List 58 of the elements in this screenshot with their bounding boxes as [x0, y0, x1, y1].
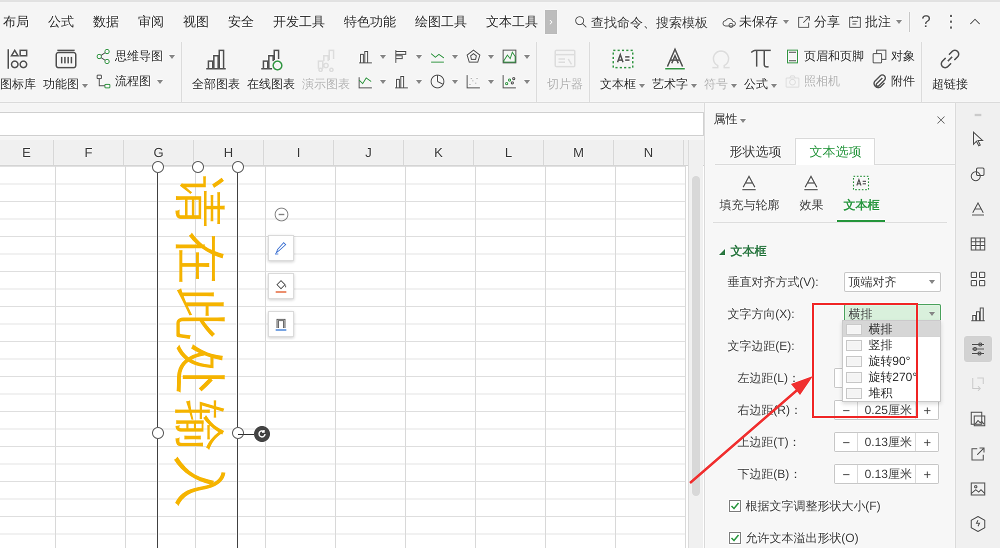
menu-tab[interactable]: 公式	[48, 13, 74, 31]
menu-tab[interactable]: 特色功能	[344, 13, 396, 31]
ribbon-button[interactable]: 在线图表	[247, 77, 295, 91]
column-header[interactable]: E	[0, 140, 54, 165]
column-header[interactable]: J	[334, 140, 404, 165]
menu-tab[interactable]: 布局	[3, 13, 29, 31]
dropdown-option[interactable]: 横排	[843, 321, 940, 337]
ribbon-button[interactable]: 功能图	[43, 77, 79, 91]
dropdown[interactable]: 顶端对齐	[844, 272, 942, 292]
tab[interactable]: 效果	[793, 171, 830, 222]
dropdown-option[interactable]: 竖排	[843, 337, 940, 353]
field-label: 垂直对齐方式(V):	[727, 274, 820, 290]
toolbar-button[interactable]: 未保存	[739, 13, 778, 31]
ribbon-button[interactable]: 附件	[891, 73, 915, 90]
menu-tab[interactable]: 视图	[183, 13, 209, 31]
menu-tab[interactable]: 数据	[93, 13, 119, 31]
column-header[interactable]: F	[54, 140, 124, 165]
window-button[interactable]: ?	[917, 12, 935, 32]
checkbox-label: 根据文字调整形状大小(F)	[745, 498, 881, 514]
column-header[interactable]: K	[404, 140, 474, 165]
field-label: 文字边距(E):	[727, 338, 796, 354]
ribbon-button[interactable]: 公式	[744, 77, 768, 91]
window-button[interactable]: ⋮	[942, 12, 960, 32]
dropdown-option[interactable]: 旋转270°	[843, 369, 940, 385]
ribbon-button[interactable]: 超链接	[932, 77, 968, 91]
toolbar-button[interactable]: 分享	[814, 13, 840, 31]
menu-tab[interactable]: 绘图工具	[415, 13, 467, 31]
column-header[interactable]: M	[544, 140, 614, 165]
checkbox-label: 允许文本溢出形状(O)	[745, 530, 859, 546]
menu-tab[interactable]: 文本工具	[486, 13, 538, 31]
column-header[interactable]: N	[614, 140, 684, 165]
dropdown-option[interactable]: 旋转90°	[843, 353, 940, 369]
ribbon-button[interactable]: 艺术字	[652, 77, 688, 91]
field-label: 文字方向(X):	[727, 306, 796, 322]
ribbon-button[interactable]: 对象	[891, 48, 915, 65]
toolbar-button[interactable]: 批注	[865, 13, 891, 31]
ribbon-button[interactable]: 全部图表	[192, 77, 240, 91]
tab[interactable]: 形状选项	[715, 138, 796, 164]
panel-title[interactable]: 属性	[713, 112, 738, 126]
menu-tab[interactable]: 安全	[228, 13, 254, 31]
column-header[interactable]: I	[264, 140, 334, 165]
section-title[interactable]: 文本框	[730, 243, 766, 260]
ribbon-button[interactable]: 思维导图	[115, 48, 163, 65]
ribbon-button[interactable]: 页眉和页脚	[804, 48, 864, 65]
column-header[interactable]: L	[474, 140, 544, 165]
tab[interactable]: 填充与轮廓	[713, 171, 786, 222]
dropdown-option[interactable]: 堆积	[843, 385, 940, 401]
ribbon-button[interactable]: 文本框	[600, 77, 636, 91]
menu-tab[interactable]: 审阅	[138, 13, 164, 31]
menu-tab[interactable]: 开发工具	[273, 13, 325, 31]
field-label: 下边距(B)：	[737, 466, 802, 482]
stepper-field[interactable]: − 0.13厘米 +	[834, 432, 940, 452]
stepper-field[interactable]: − 0.13厘米 +	[834, 464, 940, 484]
field-label: 左边距(L)：	[737, 370, 801, 386]
ribbon-button[interactable]: 图标库	[0, 77, 36, 91]
ribbon-button[interactable]: 流程图	[115, 73, 151, 90]
tab[interactable]: 文本选项	[795, 138, 876, 165]
search-field[interactable]: 查找命令、搜索模板	[591, 14, 713, 30]
